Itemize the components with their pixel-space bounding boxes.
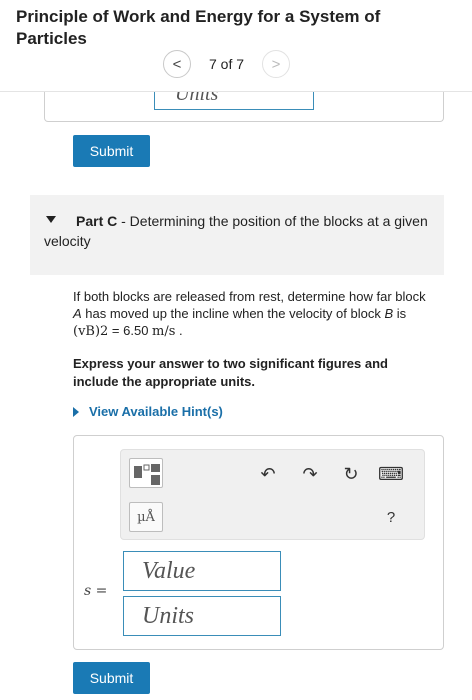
previous-units-field[interactable]: Units (154, 92, 314, 110)
block-b-label: B (384, 306, 394, 321)
view-hints-link[interactable]: View Available Hint(s) (73, 404, 223, 419)
answer-label: s = (84, 583, 108, 599)
help-icon: ? (386, 508, 396, 526)
keyboard-icon: ⌨ (378, 463, 404, 484)
undo-button[interactable]: ↶ (256, 462, 280, 486)
units-button[interactable]: µÅ (129, 502, 163, 532)
part-label: Part C (76, 213, 118, 229)
block-a-label: A (73, 306, 82, 321)
pager: < 7 of 7 > (163, 50, 291, 78)
units-input[interactable]: Units (123, 596, 281, 636)
chevron-right-icon: > (271, 55, 281, 73)
templates-icon (134, 464, 161, 485)
answer-instruction: Express your answer to two significant f… (73, 356, 388, 389)
reset-button[interactable]: ↻ (339, 462, 363, 486)
problem-text: is (393, 306, 407, 321)
help-button[interactable]: ? (379, 505, 403, 529)
keyboard-button[interactable]: ⌨ (378, 462, 404, 486)
next-page-button[interactable]: > (262, 50, 291, 78)
templates-button[interactable] (129, 458, 163, 488)
page-count: 7 of 7 (209, 56, 245, 72)
submit-button[interactable]: Submit (73, 662, 150, 694)
header: Principle of Work and Energy for a Syste… (0, 0, 472, 92)
part-c-title[interactable]: Part C - Determining the position of the… (44, 211, 434, 251)
value-input[interactable]: Value (123, 551, 281, 591)
caret-right-icon (73, 406, 79, 417)
velocity-value: = 6.50 (108, 323, 153, 338)
undo-icon: ↶ (260, 463, 276, 484)
problem-text: . (175, 323, 183, 338)
chevron-left-icon: < (172, 55, 182, 73)
reset-icon: ↻ (343, 463, 359, 484)
previous-submit-button[interactable]: Submit (73, 135, 150, 167)
velocity-units: m/s (152, 324, 176, 339)
problem-text: has moved up the incline when the veloci… (81, 306, 385, 321)
units-icon: µÅ (137, 509, 155, 525)
velocity-symbol: (vB)2 (73, 324, 109, 339)
problem-text: If both blocks are released from rest, d… (73, 289, 426, 304)
math-toolbar: µÅ ↶ ↷ ↻ ⌨ ? (120, 449, 425, 540)
problem-statement: If both blocks are released from rest, d… (73, 288, 433, 340)
redo-button[interactable]: ↷ (298, 462, 322, 486)
page-title: Principle of Work and Energy for a Syste… (16, 7, 381, 48)
hint-label: View Available Hint(s) (89, 404, 223, 419)
redo-icon: ↷ (302, 463, 318, 484)
previous-page-button[interactable]: < (163, 50, 191, 78)
